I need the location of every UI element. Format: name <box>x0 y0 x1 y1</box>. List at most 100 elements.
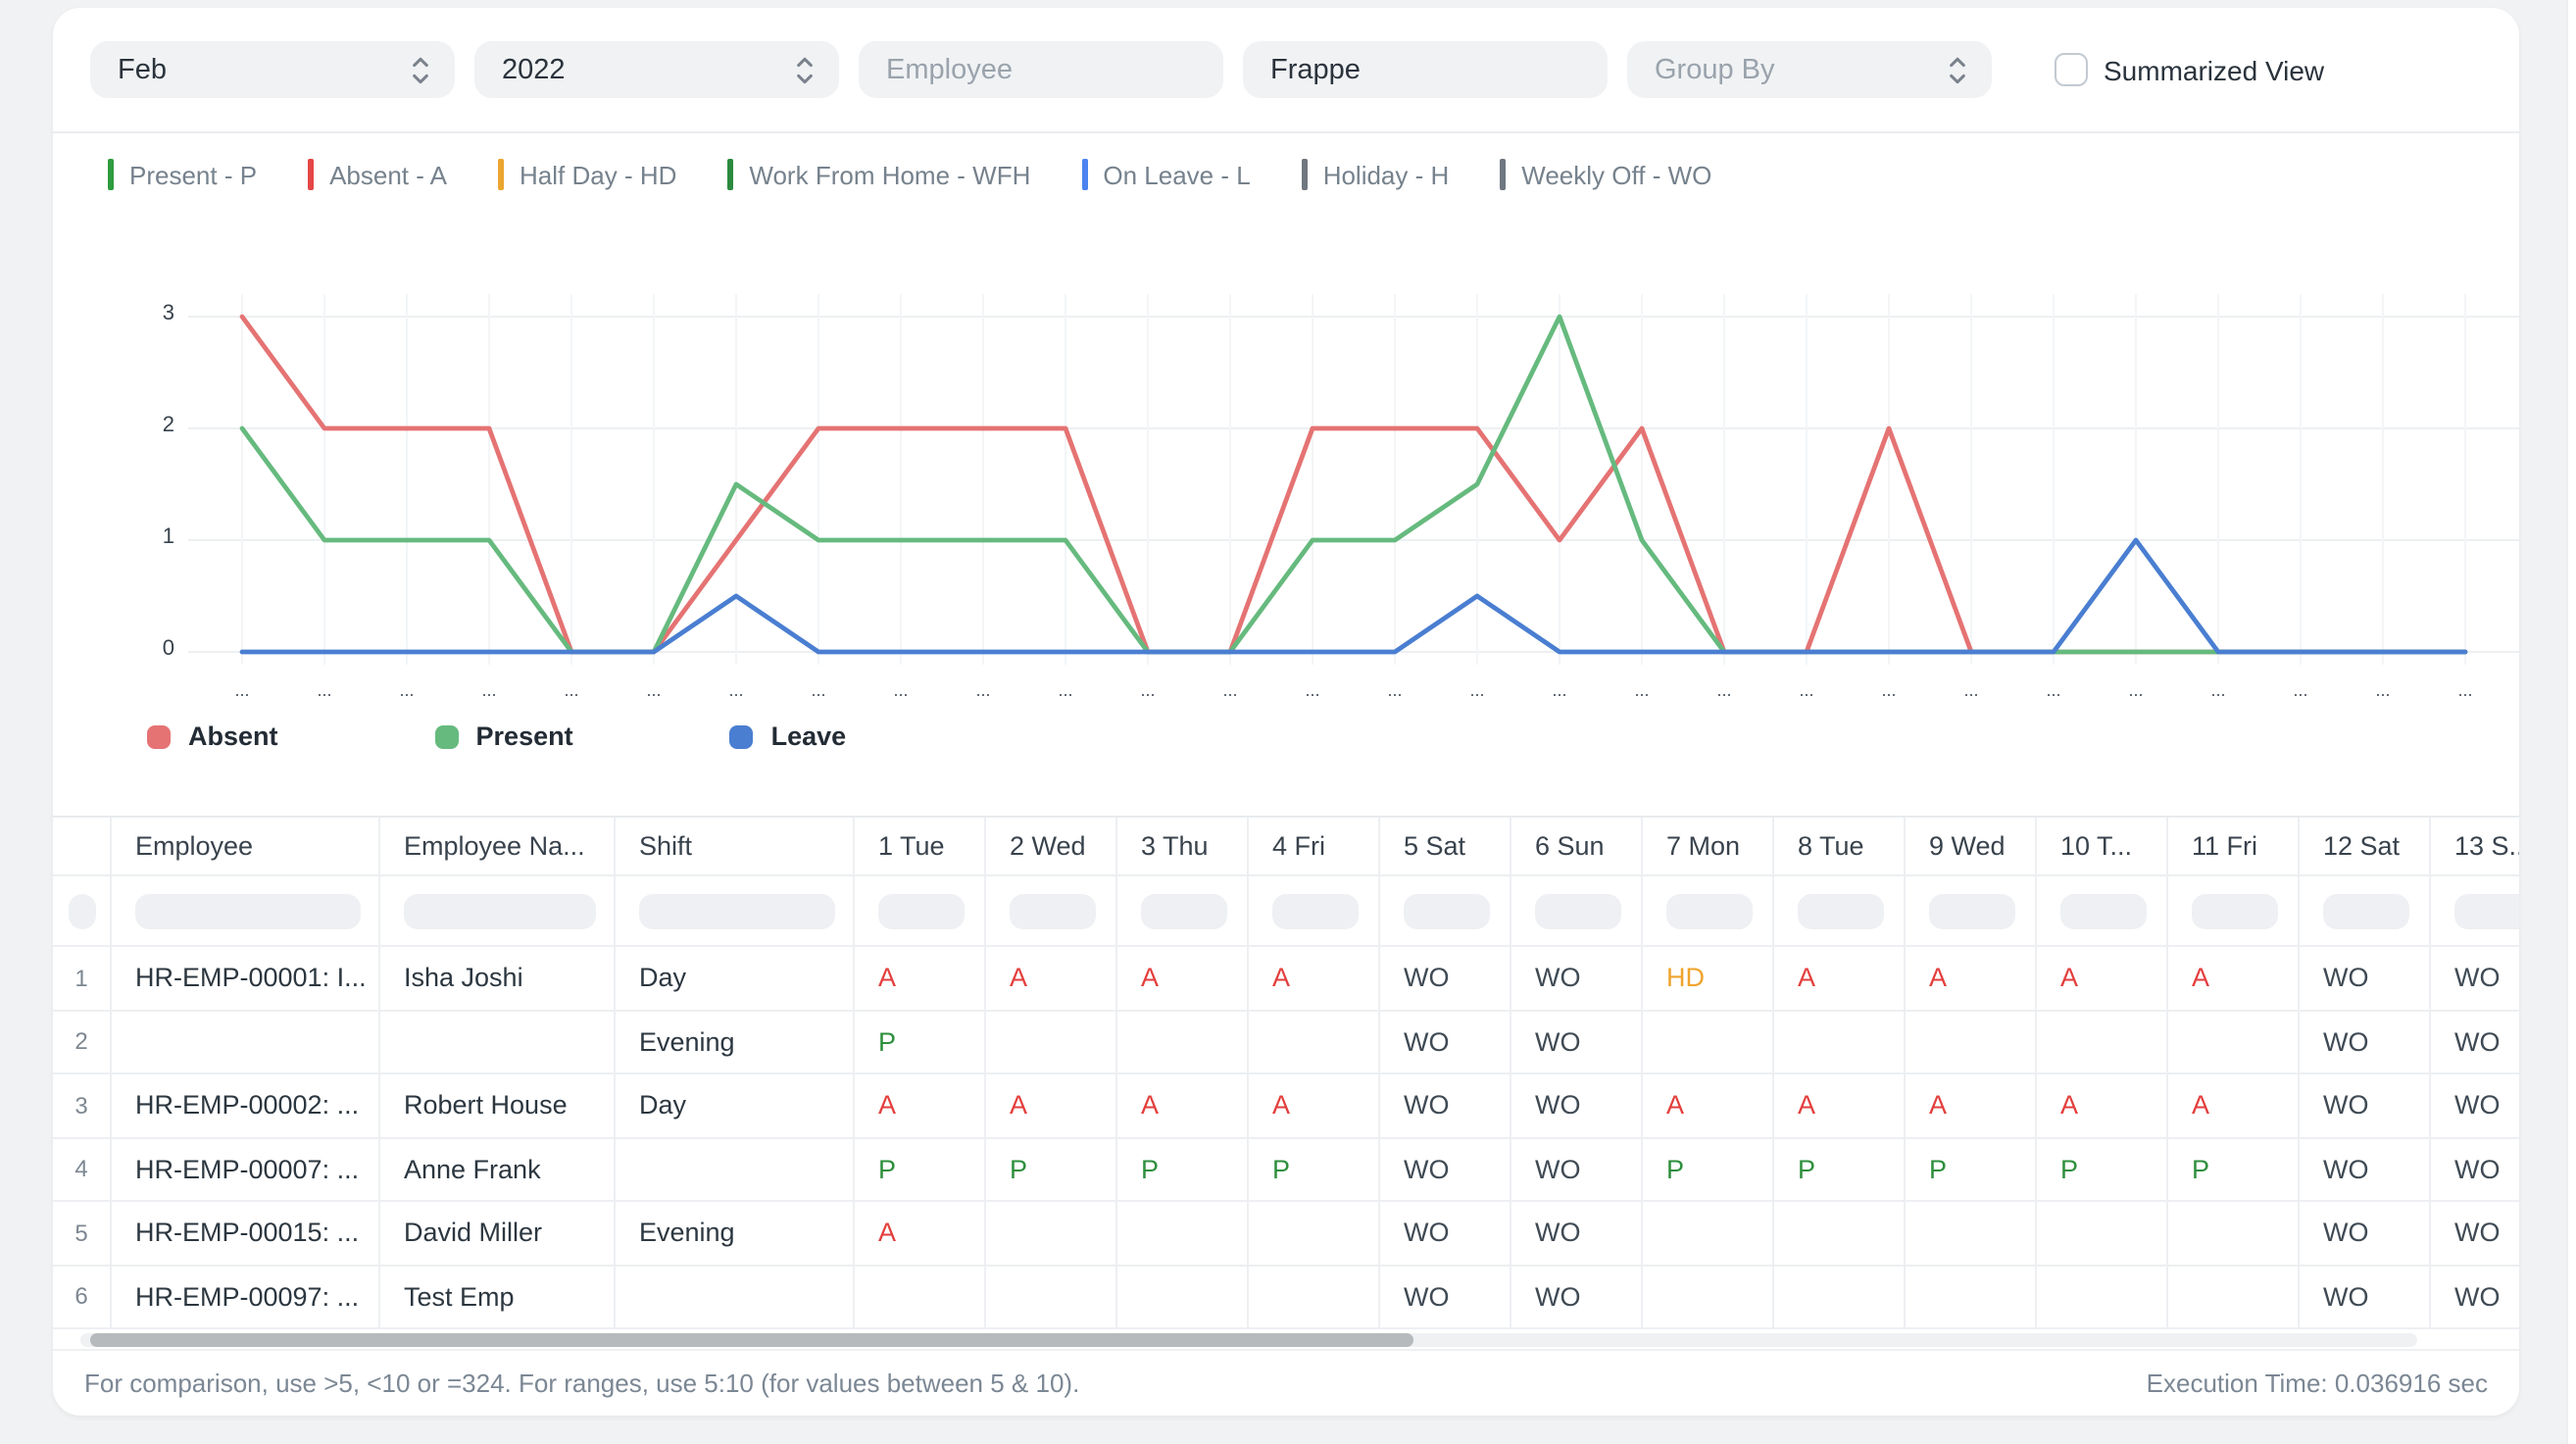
cell[interactable]: HR-EMP-00007: ... <box>112 1138 380 1202</box>
cell[interactable] <box>1117 1011 1249 1074</box>
header-cell[interactable]: 4 Fri <box>1249 818 1380 876</box>
filter-input[interactable] <box>2060 893 2147 928</box>
cell[interactable] <box>2168 1266 2300 1329</box>
row-number[interactable]: 2 <box>53 1011 112 1074</box>
cell[interactable]: HR-EMP-00002: ... <box>112 1074 380 1138</box>
cell[interactable]: A <box>1117 947 1249 1011</box>
cell[interactable]: Day <box>616 1074 855 1138</box>
cell[interactable]: P <box>855 1011 986 1074</box>
filter-input[interactable] <box>135 893 361 928</box>
header-cell[interactable]: 5 Sat <box>1380 818 1511 876</box>
cell[interactable]: A <box>2037 947 2168 1011</box>
cell[interactable]: A <box>2037 1074 2168 1138</box>
cell[interactable]: WO <box>1511 1138 1643 1202</box>
filter-input[interactable] <box>404 893 596 928</box>
cell[interactable] <box>2168 1011 2300 1074</box>
cell[interactable]: A <box>1117 1074 1249 1138</box>
cell[interactable]: P <box>1117 1138 1249 1202</box>
cell[interactable]: P <box>1249 1138 1380 1202</box>
cell[interactable]: WO <box>1380 1202 1511 1266</box>
filter-input[interactable] <box>2192 893 2278 928</box>
cell[interactable] <box>1774 1266 1906 1329</box>
header-cell[interactable]: 10 T... <box>2037 818 2168 876</box>
cell[interactable]: P <box>1774 1138 1906 1202</box>
filter-input[interactable] <box>68 893 95 928</box>
horizontal-scrollbar[interactable] <box>80 1333 2417 1347</box>
cell[interactable]: WO <box>2300 1138 2431 1202</box>
cell[interactable] <box>986 1202 1117 1266</box>
cell[interactable] <box>1774 1011 1906 1074</box>
cell[interactable]: A <box>855 947 986 1011</box>
cell[interactable]: Anne Frank <box>380 1138 616 1202</box>
header-cell[interactable]: 13 S... <box>2431 818 2519 876</box>
cell[interactable]: P <box>1906 1138 2037 1202</box>
cell[interactable] <box>1117 1266 1249 1329</box>
filter-input[interactable] <box>1010 893 1096 928</box>
header-cell[interactable]: 9 Wed <box>1906 818 2037 876</box>
cell[interactable]: HR-EMP-00097: ... <box>112 1266 380 1329</box>
cell[interactable] <box>380 1011 616 1074</box>
cell[interactable] <box>986 1266 1117 1329</box>
cell[interactable]: WO <box>2300 1266 2431 1329</box>
cell[interactable]: P <box>1643 1138 1774 1202</box>
filter-input[interactable] <box>1535 893 1621 928</box>
cell[interactable] <box>1643 1011 1774 1074</box>
cell[interactable]: WO <box>2300 1074 2431 1138</box>
cell[interactable] <box>1249 1266 1380 1329</box>
cell[interactable]: WO <box>1380 1074 1511 1138</box>
company-input[interactable]: Frappe <box>1243 41 1608 98</box>
row-number[interactable]: 3 <box>53 1074 112 1138</box>
row-number[interactable]: 6 <box>53 1266 112 1329</box>
header-cell[interactable]: 12 Sat <box>2300 818 2431 876</box>
cell[interactable]: A <box>855 1074 986 1138</box>
month-select[interactable]: Feb <box>90 41 455 98</box>
cell[interactable]: HR-EMP-00015: ... <box>112 1202 380 1266</box>
cell[interactable] <box>2037 1202 2168 1266</box>
filter-input[interactable] <box>1798 893 1884 928</box>
row-number[interactable]: 5 <box>53 1202 112 1266</box>
header-cell[interactable]: 6 Sun <box>1511 818 1643 876</box>
cell[interactable] <box>2168 1202 2300 1266</box>
filter-input[interactable] <box>1141 893 1227 928</box>
cell[interactable]: WO <box>1380 1266 1511 1329</box>
group-by-select[interactable]: Group By <box>1627 41 1992 98</box>
cell[interactable] <box>2037 1266 2168 1329</box>
filter-input[interactable] <box>2454 893 2519 928</box>
cell[interactable]: Day <box>616 947 855 1011</box>
filter-input[interactable] <box>639 893 835 928</box>
filter-input[interactable] <box>1404 893 1490 928</box>
year-select[interactable]: 2022 <box>474 41 839 98</box>
cell[interactable]: Evening <box>616 1202 855 1266</box>
cell[interactable]: WO <box>2431 1138 2519 1202</box>
cell[interactable] <box>1643 1202 1774 1266</box>
cell[interactable] <box>855 1266 986 1329</box>
cell[interactable]: WO <box>2431 1011 2519 1074</box>
header-cell[interactable]: 7 Mon <box>1643 818 1774 876</box>
cell[interactable]: HD <box>1643 947 1774 1011</box>
cell[interactable] <box>616 1138 855 1202</box>
row-number[interactable]: 4 <box>53 1138 112 1202</box>
header-cell[interactable] <box>53 818 112 876</box>
employee-input[interactable]: Employee <box>859 41 1223 98</box>
cell[interactable]: WO <box>1380 1138 1511 1202</box>
cell[interactable]: WO <box>2431 1266 2519 1329</box>
cell[interactable]: A <box>1643 1074 1774 1138</box>
cell[interactable] <box>1906 1011 2037 1074</box>
cell[interactable] <box>112 1011 380 1074</box>
cell[interactable]: WO <box>2300 1011 2431 1074</box>
cell[interactable]: P <box>2037 1138 2168 1202</box>
filter-input[interactable] <box>2323 893 2409 928</box>
cell[interactable]: Isha Joshi <box>380 947 616 1011</box>
header-cell[interactable]: 11 Fri <box>2168 818 2300 876</box>
cell[interactable] <box>2037 1011 2168 1074</box>
cell[interactable]: A <box>986 947 1117 1011</box>
cell[interactable]: Robert House <box>380 1074 616 1138</box>
cell[interactable] <box>1906 1266 2037 1329</box>
cell[interactable]: A <box>1249 947 1380 1011</box>
header-cell[interactable]: 3 Thu <box>1117 818 1249 876</box>
row-number[interactable]: 1 <box>53 947 112 1011</box>
cell[interactable] <box>986 1011 1117 1074</box>
cell[interactable]: WO <box>1511 1202 1643 1266</box>
cell[interactable]: WO <box>2431 1202 2519 1266</box>
cell[interactable]: Test Emp <box>380 1266 616 1329</box>
